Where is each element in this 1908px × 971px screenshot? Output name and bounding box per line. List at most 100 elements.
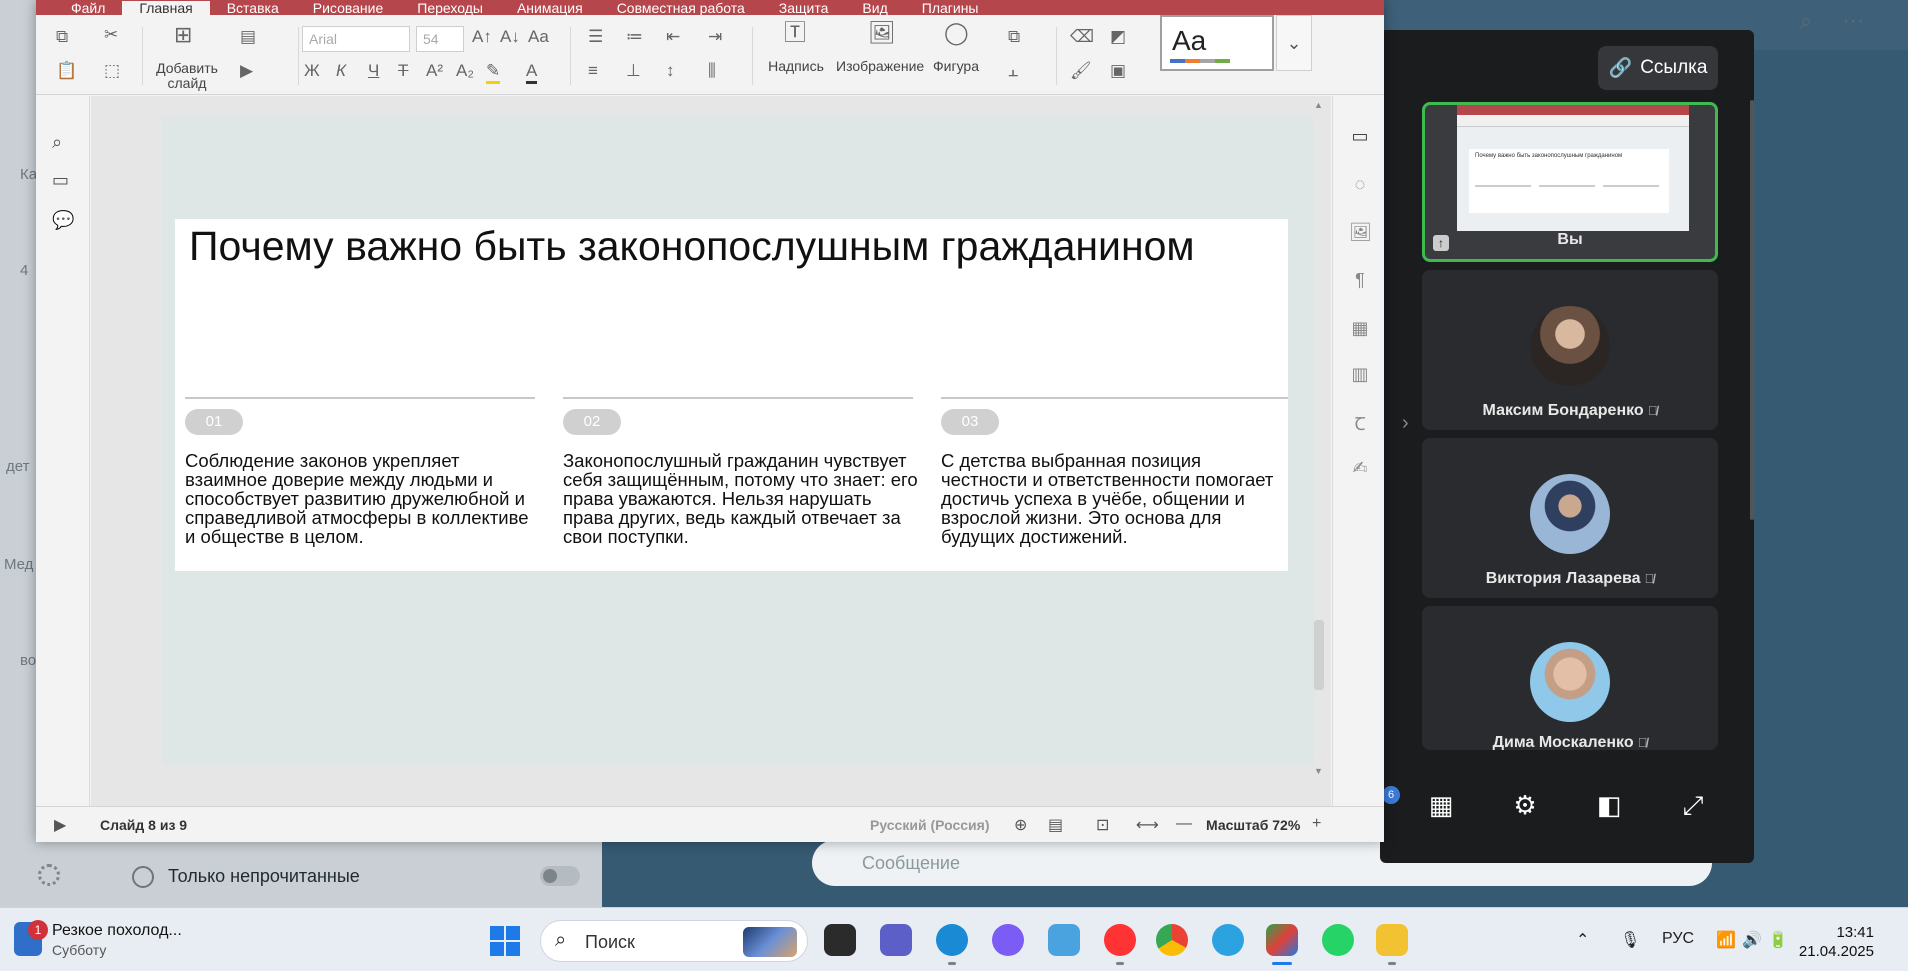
chevron-down-icon[interactable]: ⌄ [1276,15,1312,71]
layout-icon[interactable]: ◧ [1594,790,1624,840]
textbox-icon[interactable]: 🅃 [784,22,806,44]
columns-icon[interactable]: ⫼ [708,61,716,81]
search-icon[interactable]: ⌕ [1800,8,1812,36]
menu-draw[interactable]: Рисование [296,1,401,15]
bold-button[interactable]: Ж [304,61,320,81]
highlight-icon[interactable]: ✎ [486,61,501,84]
participants-scrollbar[interactable] [1750,100,1754,520]
menu-insert[interactable]: Вставка [210,1,296,15]
task-view-icon[interactable] [824,924,856,956]
layout-icon[interactable]: ▤ [240,27,256,47]
teams-icon[interactable] [880,924,912,956]
whatsapp-icon[interactable] [1322,924,1354,956]
menu-collaboration[interactable]: Совместная работа [600,1,762,15]
unread-only-toggle[interactable] [540,866,580,886]
increase-font-icon[interactable]: A↑ [472,27,492,47]
file-explorer-icon[interactable] [1376,924,1408,965]
chevron-up-icon[interactable]: ⌃ [1576,930,1589,950]
volume-icon[interactable]: 🔊 [1742,930,1762,950]
chevron-right-icon[interactable]: › [1402,412,1409,435]
participant-tile[interactable]: Максим Бондаренко 🎙̸ [1422,270,1718,430]
scroll-up-icon[interactable]: ▲ [1314,100,1323,110]
shape-button[interactable]: Фигура [928,59,984,74]
clock[interactable]: 13:41 21.04.2025 [1799,924,1874,960]
globe-icon[interactable]: ⊕ [1014,815,1027,835]
edge-icon[interactable] [936,924,968,965]
align-icon[interactable]: ≡ [588,61,598,81]
shape-icon[interactable]: ◯ [944,22,969,44]
weather-widget[interactable]: 1 Резкое похолод... Субботу [14,920,214,962]
chrome-icon[interactable] [1156,924,1188,956]
font-name-select[interactable]: Arial [302,26,410,52]
taskbar-search[interactable]: ⌕ Поиск [540,920,808,962]
table-settings-icon[interactable]: ▦ [1349,318,1371,338]
menu-view[interactable]: Вид [845,1,904,15]
signature-icon[interactable]: ✍ [1349,458,1371,478]
microphone-icon[interactable]: 🎙 [1620,930,1640,950]
image-icon[interactable]: 🖼 [868,22,896,44]
font-color-icon[interactable]: A [526,61,538,84]
chart-settings-icon[interactable]: ▥ [1349,364,1371,384]
cut-icon[interactable]: ✂ [104,25,118,45]
input-language[interactable]: РУС [1662,930,1694,948]
spellcheck-icon[interactable]: ▤ [1048,815,1063,835]
change-case-icon[interactable]: Aa [528,27,549,47]
add-slide-icon[interactable]: ⊞ [174,24,192,46]
increase-indent-icon[interactable]: ⇥ [708,27,722,47]
gear-icon[interactable]: ⚙ [1510,790,1540,840]
vertical-scrollbar[interactable]: ▲ ▼ [1312,100,1326,780]
paste-icon[interactable]: 📋 [56,61,77,81]
slides-icon[interactable]: ▭ [52,170,74,190]
decrease-font-icon[interactable]: A↓ [500,27,520,47]
column-text[interactable]: Законопослушный гражданин чувствует себя… [563,451,918,546]
search-icon[interactable]: ⌕ [52,132,74,152]
text-art-icon[interactable]: Ꞇ [1349,412,1371,434]
battery-icon[interactable]: 🔋 [1768,930,1788,950]
office-editor-icon[interactable] [1266,924,1298,965]
decrease-indent-icon[interactable]: ⇤ [666,27,680,47]
column-text[interactable]: С детства выбранная позиция честности и … [941,451,1281,546]
vertical-align-icon[interactable]: ⊥ [626,61,641,81]
telegram-icon[interactable] [1212,924,1244,956]
superscript-icon[interactable]: A² [426,61,443,81]
select-all-icon[interactable]: ⬚ [104,61,120,81]
textbox-button[interactable]: Надпись [760,59,832,74]
unread-only-filter[interactable]: Только непрочитанные [120,858,580,894]
copy-link-button[interactable]: 🔗 Ссылка [1598,46,1718,90]
font-size-select[interactable]: 54 [416,26,464,52]
language-select[interactable]: Русский (Россия) [870,817,990,833]
italic-button[interactable]: К [336,61,346,81]
slideshow-icon[interactable]: ▶ [54,815,66,835]
participant-tile[interactable]: Виктория Лазарева 🎙̸ [1422,438,1718,598]
menu-home[interactable]: Главная [122,1,210,15]
zoom-out-icon[interactable]: — [1176,815,1192,833]
more-icon[interactable]: ⋯ [1842,8,1864,36]
participant-tile-self[interactable]: Почему важно быть законопослушным гражда… [1422,102,1718,262]
clear-style-icon[interactable]: ⌫ [1070,27,1094,47]
zoom-in-icon[interactable]: + [1312,815,1321,833]
subscript-icon[interactable]: A₂ [456,61,474,81]
fit-width-icon[interactable]: ⟷ [1136,815,1159,835]
slide-title[interactable]: Почему важно быть законопослушным гражда… [189,223,1195,270]
menu-plugins[interactable]: Плагины [905,1,996,15]
menu-protection[interactable]: Защита [762,1,846,15]
fullscreen-icon[interactable]: ⤢ [1678,790,1708,840]
align-objects-icon[interactable]: ⫠ [1008,61,1018,81]
strikethrough-button[interactable]: Т [398,61,408,81]
add-slide-button[interactable]: Добавить слайд [152,61,222,91]
alice-icon[interactable] [992,924,1024,956]
theme-gallery[interactable]: Aa [1160,15,1274,71]
copy-icon[interactable]: ⧉ [56,27,68,47]
yandex-browser-icon[interactable] [1104,924,1136,965]
image-settings-icon[interactable]: 🖼 [1349,222,1372,242]
menu-animation[interactable]: Анимация [500,1,600,15]
bullet-list-icon[interactable]: ☰ [588,27,603,47]
grid-view-icon[interactable]: ▦ [1426,790,1456,840]
numbered-list-icon[interactable]: ≔ [626,27,643,47]
slide-settings-icon[interactable]: ▭ [1349,126,1371,146]
image-button[interactable]: Изображение [836,59,924,74]
zoom-level[interactable]: Масштаб 72% [1206,817,1300,833]
line-spacing-icon[interactable]: ↕ [666,61,675,81]
arrange-icon[interactable]: ⧉ [1008,27,1020,47]
slideshow-icon[interactable]: ▶ [240,61,253,81]
